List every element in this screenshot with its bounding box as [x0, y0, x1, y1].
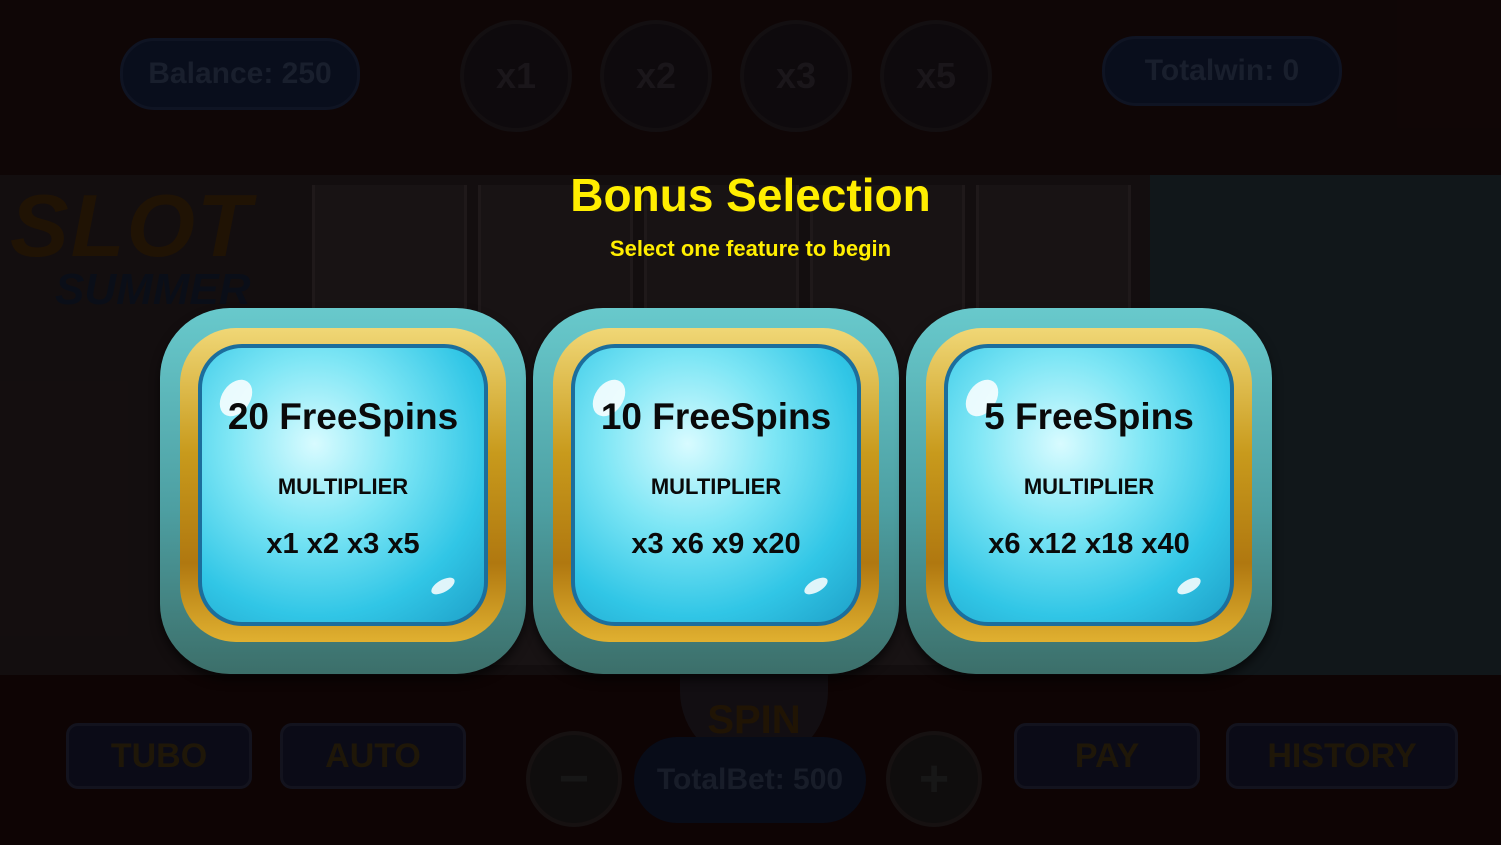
- bonus-option-5-freespins[interactable]: 5 FreeSpins MULTIPLIER x6 x12 x18 x40: [906, 308, 1272, 674]
- bonus-option-10-freespins[interactable]: 10 FreeSpins MULTIPLIER x3 x6 x9 x20: [533, 308, 899, 674]
- bonus-selection-subtitle: Select one feature to begin: [609, 236, 892, 261]
- card-freespins-count: 10 FreeSpins: [600, 396, 832, 437]
- bonus-selection-title: Bonus Selection: [570, 169, 931, 221]
- card-multiplier-label: MULTIPLIER: [650, 474, 782, 499]
- bonus-option-20-freespins[interactable]: 20 FreeSpins MULTIPLIER x1 x2 x3 x5: [160, 308, 526, 674]
- card-multiplier-values: x6 x12 x18 x40: [988, 528, 1190, 560]
- card-freespins-count: 5 FreeSpins: [984, 396, 1194, 437]
- card-multiplier-values: x3 x6 x9 x20: [631, 528, 801, 560]
- card-multiplier-label: MULTIPLIER: [277, 474, 409, 499]
- card-freespins-count: 20 FreeSpins: [227, 396, 459, 437]
- card-multiplier-values: x1 x2 x3 x5: [266, 528, 420, 560]
- card-multiplier-label: MULTIPLIER: [1023, 474, 1155, 499]
